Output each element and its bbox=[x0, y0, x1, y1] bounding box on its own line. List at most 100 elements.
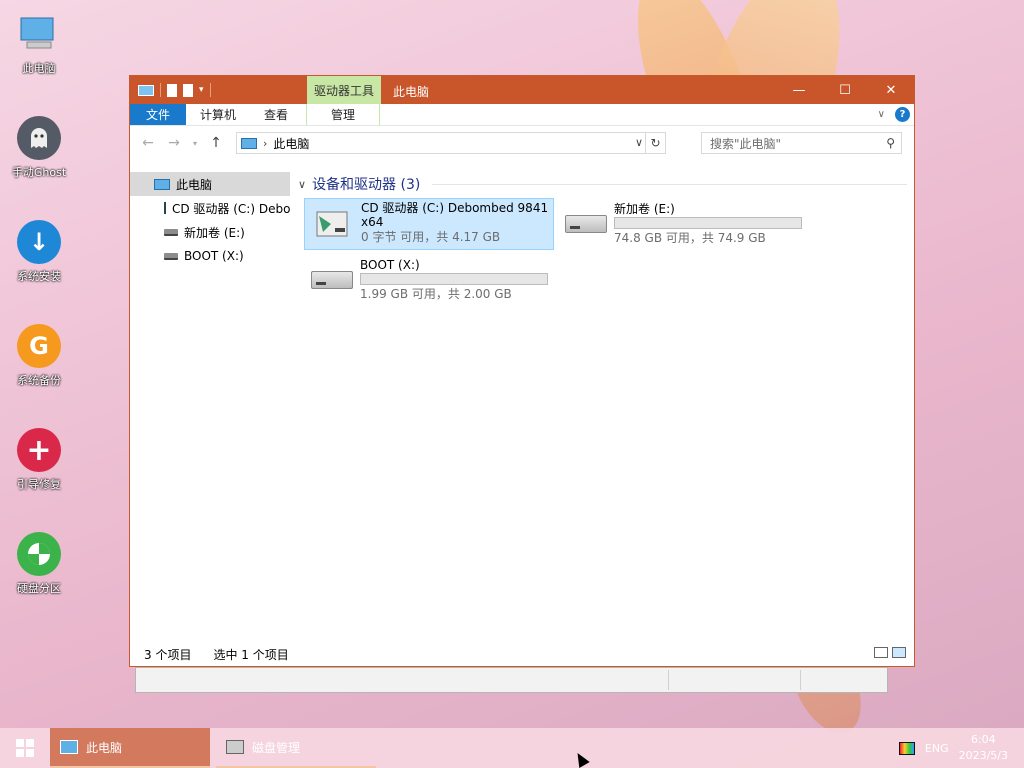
drive-name-cont: x64 bbox=[361, 215, 384, 229]
chevron-right-icon[interactable]: › bbox=[263, 137, 267, 150]
maximize-button[interactable]: ☐ bbox=[822, 76, 868, 104]
desktop-icon-boot-repair[interactable]: + 引导修复 bbox=[0, 428, 78, 492]
breadcrumb-this-pc[interactable]: 此电脑 bbox=[273, 135, 309, 152]
tab-manage[interactable]: 管理 bbox=[306, 104, 381, 125]
drive-tile-boot[interactable]: BOOT (X:) 1.99 GB 可用，共 2.00 GB bbox=[304, 254, 564, 306]
help-icon[interactable]: ? bbox=[895, 107, 910, 122]
forward-arrow-icon[interactable]: → bbox=[164, 135, 184, 151]
drive-usage-bar bbox=[360, 273, 548, 285]
divider bbox=[668, 670, 669, 690]
group-header[interactable]: ∨ 设备和驱动器 (3) bbox=[298, 174, 420, 194]
nav-item-label: 此电脑 bbox=[176, 177, 213, 192]
taskbar-item-this-pc[interactable]: 此电脑 bbox=[50, 728, 210, 768]
desktop-icon-this-pc[interactable]: 此电脑 bbox=[0, 12, 78, 76]
nav-item-cd-drive[interactable]: CD 驱动器 (C:) Debombed bbox=[130, 196, 290, 220]
ghost-icon bbox=[17, 116, 61, 160]
drive-free-space: 1.99 GB 可用，共 2.00 GB bbox=[360, 287, 512, 301]
computer-icon bbox=[154, 178, 170, 190]
desktop-icon-system-backup[interactable]: G 系统备份 bbox=[0, 324, 78, 388]
large-icons-view-icon[interactable] bbox=[892, 647, 906, 658]
up-arrow-icon[interactable]: ↑ bbox=[206, 135, 226, 151]
g-logo-icon: G bbox=[17, 324, 61, 368]
taskbar-item-disk-management[interactable]: 磁盘管理 bbox=[216, 728, 376, 768]
context-tab-drive-tools[interactable]: 驱动器工具 bbox=[307, 76, 381, 104]
drive-name: 新加卷 (E:) bbox=[614, 202, 675, 216]
nav-item-this-pc[interactable]: 此电脑 bbox=[130, 172, 290, 196]
desktop-icon-label: 系统备份 bbox=[17, 374, 61, 387]
view-toggle bbox=[874, 647, 906, 658]
selection-count: 选中 1 个项目 bbox=[213, 647, 289, 662]
ribbon-tabs: 文件 计算机 查看 管理 ∨ ? bbox=[130, 104, 914, 126]
chevron-down-icon[interactable]: ▾ bbox=[190, 139, 200, 148]
drive-usage-bar bbox=[614, 217, 802, 229]
computer-icon bbox=[241, 137, 257, 149]
drive-icon bbox=[164, 252, 178, 260]
start-button[interactable] bbox=[0, 728, 50, 768]
desktop-icon-label: 硬盘分区 bbox=[17, 582, 61, 595]
partition-icon bbox=[17, 532, 61, 576]
nav-item-new-volume[interactable]: 新加卷 (E:) bbox=[130, 220, 290, 244]
download-arrow-icon: ↓ bbox=[17, 220, 61, 264]
drive-free-space: 0 字节 可用，共 4.17 GB bbox=[361, 230, 501, 244]
chevron-down-icon[interactable]: ∨ bbox=[878, 109, 885, 120]
tab-file[interactable]: 文件 bbox=[130, 104, 186, 125]
navigation-pane: 此电脑 CD 驱动器 (C:) Debombed 新加卷 (E:) BOOT (… bbox=[130, 172, 290, 642]
divider bbox=[209, 83, 211, 97]
clock[interactable]: 6:04 2023/5/3 bbox=[959, 732, 1008, 764]
computer-icon bbox=[60, 740, 78, 754]
group-header-label: 设备和驱动器 (3) bbox=[312, 177, 421, 193]
disk-management-icon bbox=[226, 740, 244, 754]
desktop-icon-manual-ghost[interactable]: 手动Ghost bbox=[0, 116, 78, 180]
drive-free-space: 74.8 GB 可用，共 74.9 GB bbox=[614, 231, 766, 245]
desktop-icon-disk-partition[interactable]: 硬盘分区 bbox=[0, 532, 78, 596]
status-bar: 3 个项目 选中 1 个项目 bbox=[130, 642, 914, 666]
clock-time: 6:04 bbox=[970, 733, 996, 746]
quick-access-toolbar: ▾ bbox=[130, 83, 302, 97]
new-folder-icon[interactable] bbox=[183, 83, 193, 97]
divider bbox=[800, 670, 801, 690]
drive-name: BOOT (X:) bbox=[360, 258, 420, 272]
chevron-down-icon[interactable]: ∨ bbox=[298, 178, 306, 191]
chevron-down-icon[interactable]: ▾ bbox=[199, 85, 204, 95]
drive-tile-cd[interactable]: CD 驱动器 (C:) Debombed 9841 x64 0 字节 可用，共 … bbox=[304, 198, 554, 250]
drive-icon bbox=[164, 228, 178, 236]
nav-item-boot[interactable]: BOOT (X:) bbox=[130, 244, 290, 268]
clock-date: 2023/5/3 bbox=[958, 749, 1008, 762]
tab-computer[interactable]: 计算机 bbox=[186, 104, 250, 125]
search-icon[interactable]: ⚲ bbox=[886, 136, 895, 150]
minimize-button[interactable]: — bbox=[776, 76, 822, 104]
refresh-icon[interactable]: ↻ bbox=[645, 133, 665, 153]
taskbar: 此电脑 磁盘管理 ENG 6:04 2023/5/3 bbox=[0, 728, 1024, 768]
address-bar-row: ← → ▾ ↑ › 此电脑 ∨ ↻ 搜索"此电脑" ⚲ bbox=[130, 126, 914, 160]
chevron-down-icon[interactable]: ∨ bbox=[635, 136, 643, 149]
content-pane: ∨ 设备和驱动器 (3) CD 驱动器 (C:) Debombed 9841 x… bbox=[290, 172, 914, 642]
background-window-bar bbox=[135, 667, 888, 693]
explorer-window: ▾ 驱动器工具 此电脑 — ☐ ✕ 文件 计算机 查看 管理 ∨ ? ← → ▾… bbox=[129, 75, 915, 667]
details-view-icon[interactable] bbox=[874, 647, 888, 658]
tab-view[interactable]: 查看 bbox=[250, 104, 302, 125]
display-icon[interactable] bbox=[898, 741, 915, 755]
divider bbox=[432, 184, 907, 185]
close-button[interactable]: ✕ bbox=[868, 76, 914, 104]
drive-icon bbox=[558, 198, 614, 250]
input-language[interactable]: ENG bbox=[925, 742, 949, 755]
computer-icon[interactable] bbox=[138, 84, 154, 96]
properties-icon[interactable] bbox=[167, 83, 177, 97]
search-placeholder: 搜索"此电脑" bbox=[710, 136, 782, 151]
drive-tile-new-volume[interactable]: 新加卷 (E:) 74.8 GB 可用，共 74.9 GB bbox=[558, 198, 818, 250]
address-bar[interactable]: › 此电脑 ∨ ↻ bbox=[236, 132, 666, 154]
windows-logo-icon bbox=[16, 739, 34, 757]
system-tray: ENG 6:04 2023/5/3 bbox=[898, 728, 1024, 768]
desktop-icon-system-install[interactable]: ↓ 系统安装 bbox=[0, 220, 78, 284]
computer-icon bbox=[17, 12, 61, 56]
taskbar-item-label: 此电脑 bbox=[86, 740, 123, 755]
title-bar[interactable]: ▾ 驱动器工具 此电脑 — ☐ ✕ bbox=[130, 76, 914, 104]
nav-item-label: 新加卷 (E:) bbox=[184, 225, 245, 240]
plus-cross-icon: + bbox=[17, 428, 61, 472]
search-input[interactable]: 搜索"此电脑" ⚲ bbox=[701, 132, 902, 154]
back-arrow-icon[interactable]: ← bbox=[138, 135, 158, 151]
window-controls: — ☐ ✕ bbox=[776, 76, 914, 104]
cd-drive-icon bbox=[305, 199, 361, 249]
drive-icon bbox=[304, 254, 360, 306]
ribbon-right-controls: ∨ ? bbox=[878, 107, 910, 122]
